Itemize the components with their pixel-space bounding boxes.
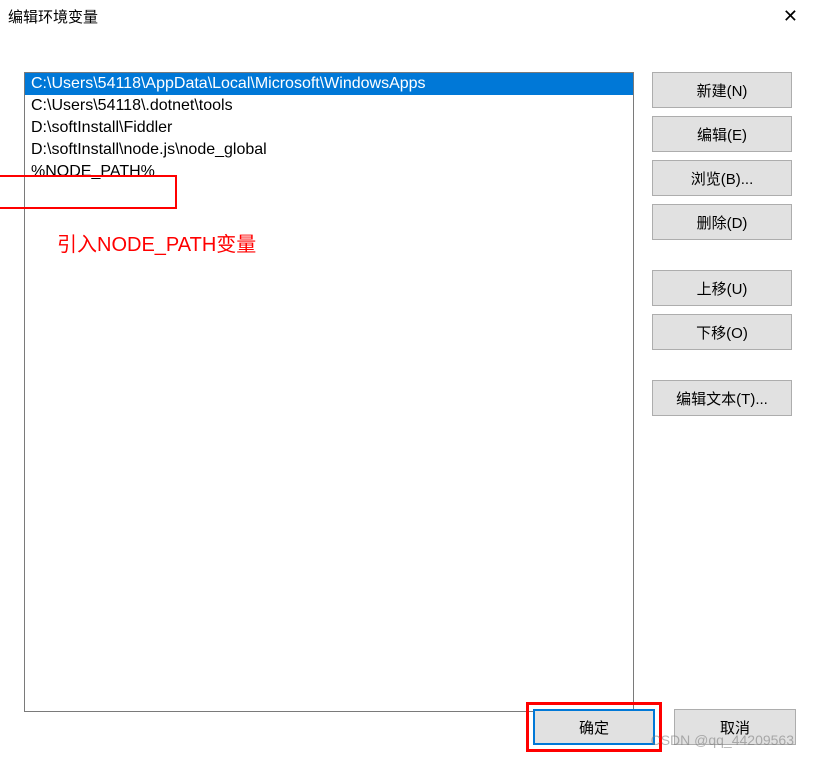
edit-text-button[interactable]: 编辑文本(T)... xyxy=(652,380,792,416)
list-item[interactable]: D:\softInstall\node.js\node_global xyxy=(25,139,633,161)
browse-button[interactable]: 浏览(B)... xyxy=(652,160,792,196)
list-item[interactable]: D:\softInstall\Fiddler xyxy=(25,117,633,139)
window-title: 编辑环境变量 xyxy=(8,6,98,27)
list-item[interactable]: C:\Users\54118\AppData\Local\Microsoft\W… xyxy=(25,73,633,95)
annotation-ok-highlight: 确定 xyxy=(526,702,662,752)
edit-button[interactable]: 编辑(E) xyxy=(652,116,792,152)
ok-button[interactable]: 确定 xyxy=(533,709,655,745)
button-column: 新建(N) 编辑(E) 浏览(B)... 删除(D) 上移(U) 下移(O) 编… xyxy=(652,72,792,712)
move-down-button[interactable]: 下移(O) xyxy=(652,314,792,350)
cancel-button[interactable]: 取消 xyxy=(674,709,796,745)
list-item[interactable]: %NODE_PATH% xyxy=(25,161,633,183)
move-up-button[interactable]: 上移(U) xyxy=(652,270,792,306)
path-listbox[interactable]: C:\Users\54118\AppData\Local\Microsoft\W… xyxy=(24,72,634,712)
delete-button[interactable]: 删除(D) xyxy=(652,204,792,240)
new-button[interactable]: 新建(N) xyxy=(652,72,792,108)
footer: 确定 取消 xyxy=(526,702,796,752)
titlebar: 编辑环境变量 ✕ xyxy=(0,0,814,32)
dialog-body: C:\Users\54118\AppData\Local\Microsoft\W… xyxy=(0,32,814,722)
close-icon[interactable]: ✕ xyxy=(775,6,806,27)
list-item[interactable]: C:\Users\54118\.dotnet\tools xyxy=(25,95,633,117)
